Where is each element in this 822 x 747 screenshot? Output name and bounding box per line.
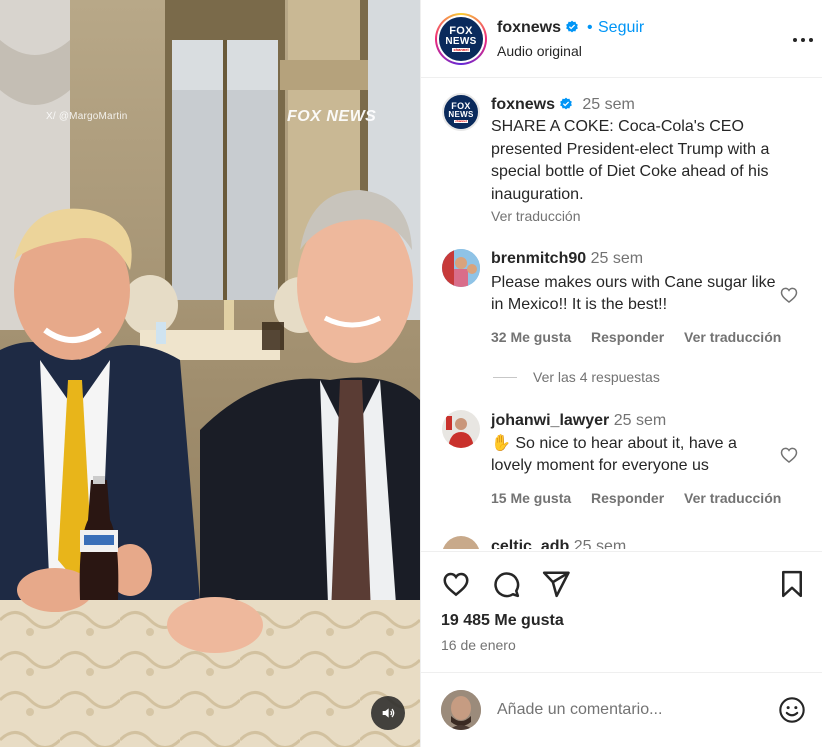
user-photo-icon bbox=[441, 690, 481, 730]
comment-text: Please makes ours with Cane sugar like i… bbox=[491, 274, 776, 313]
speaker-muted-icon bbox=[382, 708, 395, 718]
mute-button[interactable] bbox=[371, 696, 405, 730]
follow-button[interactable]: Seguir bbox=[598, 19, 644, 37]
comment-username[interactable]: brenmitch90 bbox=[491, 250, 586, 267]
replies-divider-line bbox=[493, 376, 517, 378]
comment-avatar[interactable] bbox=[442, 410, 480, 448]
send-icon[interactable] bbox=[541, 569, 571, 599]
heart-icon[interactable] bbox=[441, 569, 471, 599]
comment-text: ✋ So nice to hear about it, have a lovel… bbox=[491, 435, 737, 474]
caption-translate-link[interactable]: Ver traducción bbox=[491, 208, 811, 224]
comment-input[interactable] bbox=[497, 697, 767, 723]
comments-list[interactable]: FOX NEWS channel foxnews 25 sem SHARE A … bbox=[421, 79, 822, 549]
post-actions-bar: 19 485 Me gusta 16 de enero bbox=[421, 551, 822, 671]
caption-time: 25 sem bbox=[582, 96, 635, 113]
comment-time: 25 sem bbox=[590, 250, 644, 267]
post-date[interactable]: 16 de enero bbox=[441, 637, 516, 653]
comment-meta: 15 Me gusta Responder Ver traducción bbox=[491, 490, 797, 506]
caption-block: foxnews 25 sem SHARE A COKE: Coca-Cola's… bbox=[491, 94, 811, 224]
comment-reply-button[interactable]: Responder bbox=[591, 329, 664, 345]
caption-username[interactable]: foxnews bbox=[491, 96, 555, 113]
comment-header: brenmitch90 25 sem bbox=[491, 250, 643, 268]
comment-avatar[interactable] bbox=[442, 536, 480, 549]
comment-like-heart-icon[interactable] bbox=[779, 285, 799, 305]
comment-time: 25 sem bbox=[613, 412, 667, 429]
user-photo-icon bbox=[442, 410, 480, 448]
photo-credit-watermark: X/ @MargoMartin bbox=[46, 111, 128, 122]
comment-avatar[interactable] bbox=[442, 249, 480, 287]
verified-badge-icon bbox=[560, 97, 573, 110]
avatar-logo-line3: channel bbox=[452, 47, 470, 52]
fox-news-watermark: FOX NEWS bbox=[287, 108, 377, 125]
comment-translate-link[interactable]: Ver traducción bbox=[684, 490, 781, 506]
user-photo-icon bbox=[442, 249, 480, 287]
header-username-link[interactable]: foxnews bbox=[497, 19, 579, 37]
more-horizontal-icon bbox=[793, 38, 813, 42]
comment-icon[interactable] bbox=[491, 569, 521, 599]
post-details-panel: FOX NEWS channel foxnews • Seguir Audio … bbox=[420, 0, 822, 747]
current-user-avatar[interactable] bbox=[441, 690, 481, 730]
caption-avatar[interactable]: FOX NEWS channel bbox=[442, 93, 480, 131]
view-replies-label: Ver las 4 respuestas bbox=[533, 369, 660, 385]
view-replies-button[interactable]: Ver las 4 respuestas bbox=[493, 369, 660, 385]
post-likes-count[interactable]: 19 485 Me gusta bbox=[441, 612, 564, 630]
comment-translate-link[interactable]: Ver traducción bbox=[684, 329, 781, 345]
caption-avatar-logo-line3: channel bbox=[454, 118, 468, 123]
comment-likes-count[interactable]: 15 Me gusta bbox=[491, 490, 571, 506]
post-media[interactable]: X/ @MargoMartin FOX NEWS bbox=[0, 0, 420, 747]
verified-badge-icon bbox=[566, 20, 579, 33]
comment-time: 25 sem bbox=[573, 538, 627, 549]
comment-header: celtic_adb 25 sem bbox=[491, 538, 626, 549]
comment-composer bbox=[421, 672, 822, 747]
header-username: foxnews bbox=[497, 19, 562, 36]
more-options-button[interactable] bbox=[791, 28, 815, 58]
avatar-logo-line2: NEWS bbox=[445, 36, 477, 47]
caption-avatar-logo-line2: NEWS bbox=[448, 109, 474, 119]
comment-reply-button[interactable]: Responder bbox=[591, 490, 664, 506]
original-audio-link[interactable]: Audio original bbox=[497, 43, 582, 59]
comment-username[interactable]: johanwi_lawyer bbox=[491, 412, 609, 429]
caption-text: SHARE A COKE: Coca-Cola's CEO presented … bbox=[491, 118, 770, 203]
emoji-smiley-icon[interactable] bbox=[778, 696, 806, 724]
comment-likes-count[interactable]: 32 Me gusta bbox=[491, 329, 571, 345]
comment-header: johanwi_lawyer 25 sem bbox=[491, 412, 666, 430]
comment-like-heart-icon[interactable] bbox=[779, 445, 799, 465]
header-separator: • bbox=[587, 19, 593, 36]
foxnews-avatar[interactable]: FOX NEWS channel bbox=[435, 13, 487, 65]
bookmark-icon[interactable] bbox=[777, 569, 807, 599]
comment-meta: 32 Me gusta Responder Ver traducción bbox=[491, 329, 797, 345]
comment-username[interactable]: celtic_adb bbox=[491, 538, 569, 549]
post-header: FOX NEWS channel foxnews • Seguir Audio … bbox=[421, 0, 822, 78]
